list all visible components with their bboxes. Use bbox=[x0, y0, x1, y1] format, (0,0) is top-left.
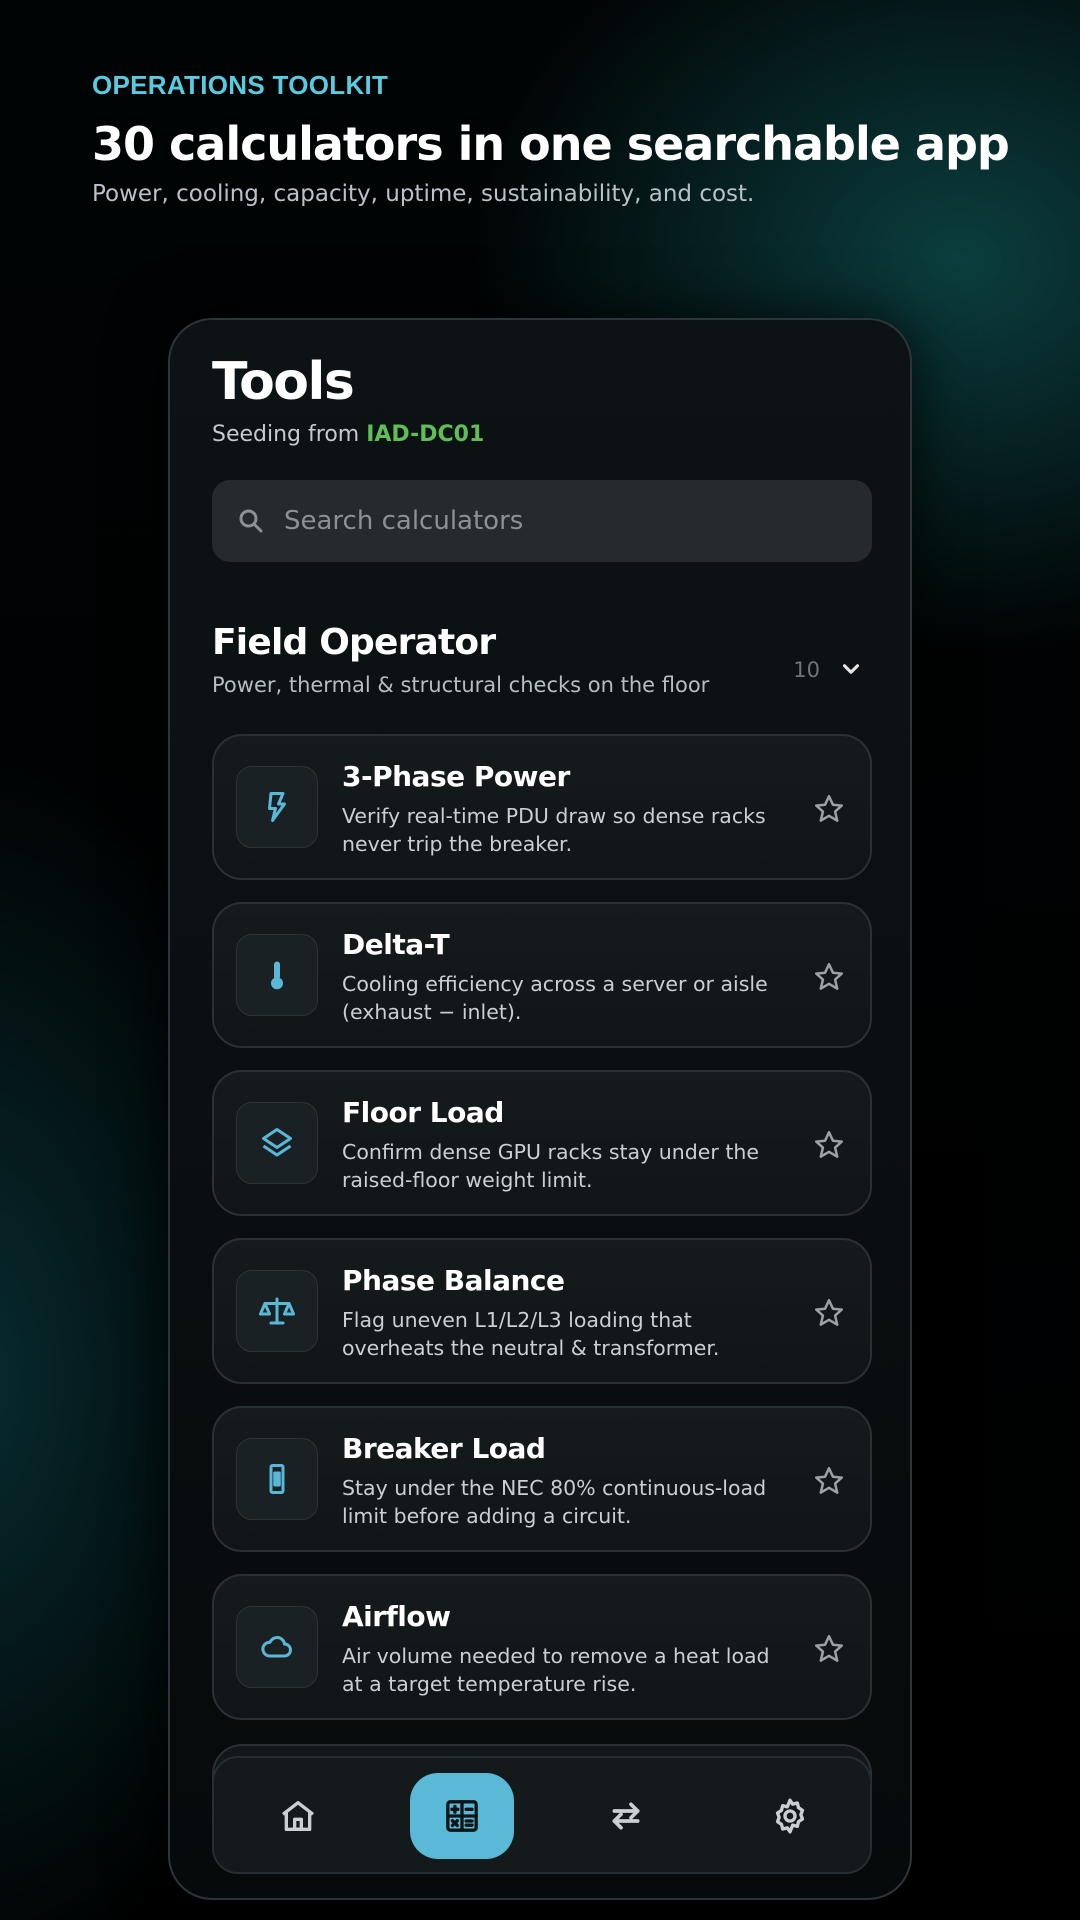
card-description: Flag uneven L1/L2/L3 loading that overhe… bbox=[342, 1308, 720, 1360]
section-title: Field Operator bbox=[212, 622, 496, 663]
chevron-down-icon[interactable] bbox=[834, 652, 868, 686]
nav-transfer[interactable] bbox=[574, 1773, 678, 1859]
star-icon[interactable] bbox=[812, 792, 846, 826]
promo-header: OPERATIONS TOOLKIT 30 calculators in one… bbox=[92, 70, 1052, 207]
seed-site-link[interactable]: IAD-DC01 bbox=[366, 422, 484, 447]
card-description: Stay under the NEC 80% continuous-load l… bbox=[342, 1476, 767, 1528]
section-subtitle: Power, thermal & structural checks on th… bbox=[212, 673, 710, 697]
seed-site-line: Seeding from IAD-DC01 bbox=[212, 422, 484, 447]
calculator-card-delta-t[interactable]: Delta-T Cooling efficiency across a serv… bbox=[212, 902, 872, 1048]
calculator-card-floor-load[interactable]: Floor Load Confirm dense GPU racks stay … bbox=[212, 1070, 872, 1216]
swap-arrows-icon bbox=[612, 1802, 640, 1830]
promo-subhead: Power, cooling, capacity, uptime, sustai… bbox=[92, 181, 755, 207]
eyebrow-label: OPERATIONS TOOLKIT bbox=[92, 70, 389, 100]
search-icon bbox=[239, 509, 263, 533]
fuse-icon bbox=[269, 1464, 285, 1494]
search-input[interactable] bbox=[284, 506, 844, 536]
section-count-badge: 10 bbox=[793, 658, 820, 682]
bottom-nav bbox=[212, 1756, 872, 1874]
calculator-card-3-phase-power[interactable]: 3-Phase Power Verify real-time PDU draw … bbox=[212, 734, 872, 880]
lightning-bolt-icon bbox=[268, 792, 286, 822]
card-description: Confirm dense GPU racks stay under the r… bbox=[342, 1140, 759, 1192]
gear-icon bbox=[775, 1798, 805, 1834]
star-icon[interactable] bbox=[812, 1464, 846, 1498]
phone-frame: Tools Seeding from IAD-DC01 Field Operat… bbox=[168, 318, 912, 1900]
card-description: Verify real-time PDU draw so dense racks… bbox=[342, 804, 766, 856]
star-icon[interactable] bbox=[812, 960, 846, 994]
card-title: Breaker Load bbox=[342, 1432, 546, 1465]
card-description: Cooling efficiency across a server or ai… bbox=[342, 972, 768, 1024]
scale-icon bbox=[259, 1297, 295, 1325]
page-title: Tools bbox=[212, 352, 355, 412]
card-title: Phase Balance bbox=[342, 1264, 565, 1297]
seed-prefix: Seeding from bbox=[212, 422, 360, 447]
card-description: Air volume needed to remove a heat load … bbox=[342, 1644, 770, 1696]
card-title: Delta-T bbox=[342, 928, 450, 961]
calculator-card-phase-balance[interactable]: Phase Balance Flag uneven L1/L2/L3 loadi… bbox=[212, 1238, 872, 1384]
layers-icon bbox=[262, 1128, 292, 1157]
calculator-card-breaker-load[interactable]: Breaker Load Stay under the NEC 80% cont… bbox=[212, 1406, 872, 1552]
thermometer-icon bbox=[271, 961, 283, 990]
search-bar[interactable] bbox=[212, 480, 872, 562]
card-title: Floor Load bbox=[342, 1096, 504, 1129]
promo-headline: 30 calculators in one searchable app bbox=[92, 117, 1010, 171]
cloud-icon bbox=[261, 1635, 292, 1658]
card-title: Airflow bbox=[342, 1600, 451, 1633]
star-icon[interactable] bbox=[812, 1632, 846, 1666]
card-title: 3-Phase Power bbox=[342, 760, 570, 793]
home-icon bbox=[281, 1801, 315, 1831]
star-icon[interactable] bbox=[812, 1128, 846, 1162]
calculator-icon bbox=[446, 1800, 478, 1832]
nav-tools[interactable] bbox=[410, 1773, 514, 1859]
nav-home[interactable] bbox=[246, 1773, 350, 1859]
section-field-operator[interactable]: Field Operator Power, thermal & structur… bbox=[212, 622, 872, 712]
star-icon[interactable] bbox=[812, 1296, 846, 1330]
calculator-card-airflow[interactable]: Airflow Air volume needed to remove a he… bbox=[212, 1574, 872, 1720]
nav-settings[interactable] bbox=[738, 1773, 842, 1859]
